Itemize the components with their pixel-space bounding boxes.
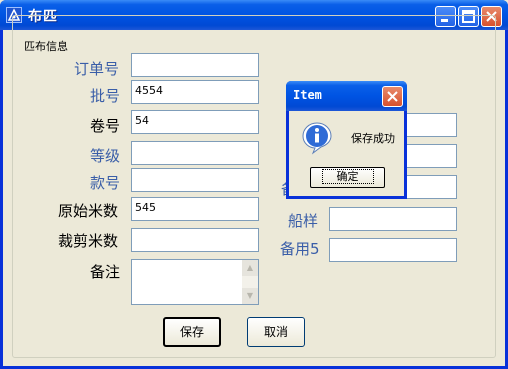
note-label: 备注 (90, 263, 121, 281)
scroll-up-arrow-icon[interactable]: ▲ (242, 260, 258, 276)
dialog-title: Item (293, 88, 322, 102)
dialog-ok-button[interactable]: 确定 (310, 167, 385, 188)
roll-no-label: 卷号 (90, 117, 121, 135)
batch-no-label: 批号 (90, 87, 121, 105)
note-textarea[interactable]: ▲ ▼ (131, 259, 259, 305)
ship-sample-label: 船样 (288, 212, 319, 230)
ship-sample-input[interactable] (329, 207, 457, 231)
cut-meters-input[interactable] (131, 228, 259, 252)
style-no-label: 款号 (90, 174, 121, 192)
spare5-label: 备用5 (280, 240, 320, 258)
original-meters-input[interactable]: 545 (131, 197, 259, 221)
dialog-message: 保存成功 (351, 132, 395, 145)
dialog-body: 保存成功 确定 (289, 111, 404, 196)
cancel-button[interactable]: 取消 (247, 317, 305, 347)
order-no-input[interactable] (131, 53, 259, 77)
roll-no-input[interactable]: 54 (131, 110, 259, 134)
scroll-down-arrow-icon[interactable]: ▼ (242, 288, 258, 304)
grade-label: 等级 (90, 147, 121, 165)
original-meters-label: 原始米数 (58, 202, 119, 220)
info-icon (301, 121, 333, 155)
dialog-title-bar[interactable]: Item (286, 81, 407, 111)
note-scrollbar[interactable]: ▲ ▼ (242, 260, 258, 304)
grade-input[interactable] (131, 141, 259, 165)
message-dialog: Item 保存成功 确定 (286, 81, 407, 199)
dialog-close-button[interactable] (382, 86, 403, 107)
style-no-input[interactable] (131, 168, 259, 192)
cut-meters-label: 裁剪米数 (58, 232, 119, 250)
save-button[interactable]: 保存 (163, 317, 221, 347)
dialog-ok-label: 确定 (321, 169, 374, 184)
batch-no-input[interactable]: 4554 (131, 80, 259, 104)
order-no-label: 订单号 (74, 60, 120, 78)
group-title: 匹布信息 (21, 38, 71, 54)
spare5-input[interactable] (329, 238, 457, 262)
